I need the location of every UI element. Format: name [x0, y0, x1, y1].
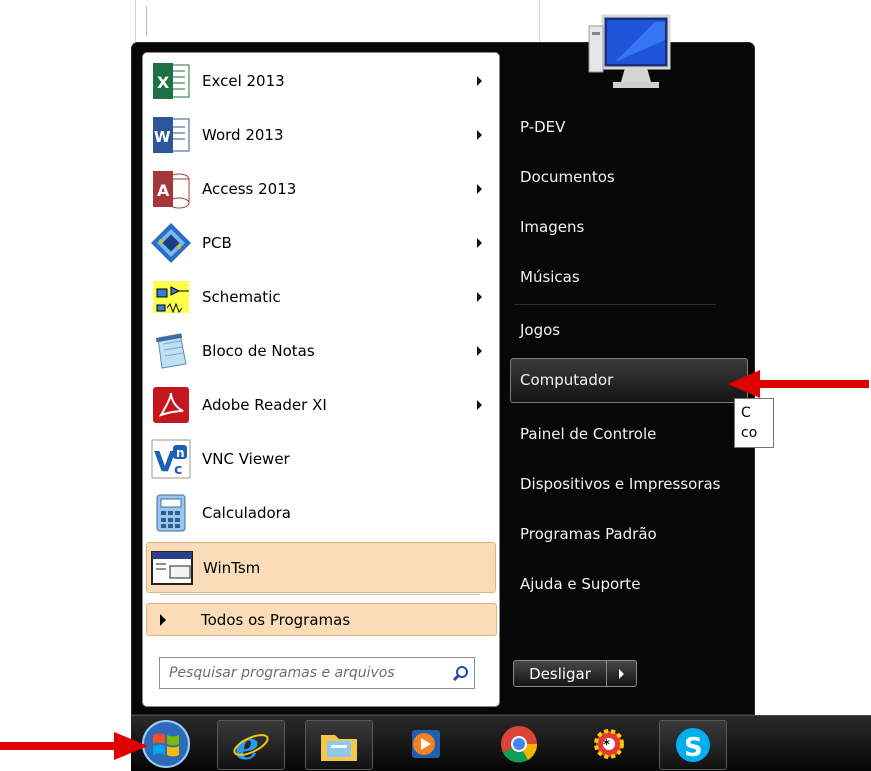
schematic-icon	[148, 274, 194, 320]
program-label: Word 2013	[202, 126, 284, 144]
settings-gear-icon[interactable]: *	[576, 720, 642, 768]
program-label: Access 2013	[202, 180, 297, 198]
excel-icon: X	[148, 58, 194, 104]
svg-text:V: V	[154, 445, 176, 478]
program-label: Adobe Reader XI	[202, 396, 327, 414]
program-item-vnc-viewer[interactable]: Vnc VNC Viewer	[146, 434, 496, 484]
program-label: WinTsm	[203, 558, 261, 577]
word-icon: W	[148, 112, 194, 158]
all-programs-label: Todos os Programas	[201, 610, 351, 629]
right-item-control-panel[interactable]: Painel de Controle	[520, 425, 656, 443]
calculator-icon	[148, 490, 194, 536]
program-label: Excel 2013	[202, 72, 285, 90]
tooltip-line: co	[741, 425, 758, 441]
search-box[interactable]: Pesquisar programas e arquivos	[159, 657, 475, 689]
expand-arrow-icon	[160, 613, 166, 626]
program-label: PCB	[202, 234, 232, 252]
right-item-music[interactable]: Músicas	[520, 268, 580, 286]
chrome-icon[interactable]	[486, 720, 552, 768]
svg-text:W: W	[154, 128, 171, 146]
shutdown-group: Desligar	[513, 660, 637, 687]
program-label: Bloco de Notas	[202, 342, 315, 360]
access-icon: A	[148, 166, 194, 212]
submenu-arrow-icon[interactable]	[477, 76, 482, 86]
annotation-arrow-start	[0, 732, 148, 760]
annotation-arrow-computer	[728, 370, 869, 398]
submenu-arrow-icon[interactable]	[477, 130, 482, 140]
program-item-notepad[interactable]: Bloco de Notas	[146, 326, 496, 376]
tooltip: C co	[734, 398, 774, 448]
skype-icon[interactable]: S	[659, 720, 727, 770]
svg-text:X: X	[157, 73, 170, 92]
internet-explorer-icon[interactable]: e	[217, 720, 285, 770]
right-item-default-programs[interactable]: Programas Padrão	[520, 525, 657, 543]
program-label: Calculadora	[202, 504, 292, 522]
adobe-reader-icon	[148, 382, 194, 428]
svg-text:c: c	[174, 462, 182, 478]
program-item-schematic[interactable]: Schematic	[146, 272, 496, 322]
right-item-games[interactable]: Jogos	[520, 321, 560, 339]
shutdown-button[interactable]: Desligar	[513, 660, 607, 687]
tooltip-line: C	[741, 405, 751, 421]
file-explorer-icon[interactable]	[305, 720, 373, 770]
background-window	[135, 0, 540, 48]
wintsm-icon	[149, 545, 195, 591]
chevron-right-icon	[619, 668, 624, 679]
search-input[interactable]: Pesquisar programas e arquivos	[169, 665, 448, 681]
all-programs-button[interactable]: Todos os Programas	[146, 603, 497, 636]
submenu-arrow-icon[interactable]	[477, 346, 482, 356]
program-item-access[interactable]: A Access 2013	[146, 164, 496, 214]
vnc-icon: Vnc	[148, 436, 194, 482]
right-item-help-support[interactable]: Ajuda e Suporte	[520, 575, 640, 593]
svg-text:*: *	[603, 738, 610, 753]
program-item-calculator[interactable]: Calculadora	[146, 488, 496, 538]
program-label: VNC Viewer	[202, 450, 290, 468]
taskbar: e * S	[131, 715, 871, 771]
divider	[514, 304, 716, 305]
search-icon[interactable]	[448, 661, 474, 685]
shutdown-options-button[interactable]	[607, 660, 637, 687]
submenu-arrow-icon[interactable]	[477, 400, 482, 410]
svg-text:S: S	[684, 733, 703, 763]
submenu-arrow-icon[interactable]	[477, 184, 482, 194]
submenu-arrow-icon[interactable]	[477, 238, 482, 248]
right-item-user[interactable]: P-DEV	[520, 118, 565, 136]
submenu-arrow-icon[interactable]	[477, 292, 482, 302]
pcb-icon	[148, 220, 194, 266]
program-item-adobe-reader[interactable]: Adobe Reader XI	[146, 380, 496, 430]
program-item-pcb[interactable]: PCB	[146, 218, 496, 268]
right-item-pictures[interactable]: Imagens	[520, 218, 584, 236]
divider	[160, 594, 480, 595]
right-item-devices-printers[interactable]: Dispositivos e Impressoras	[520, 475, 721, 493]
program-item-excel[interactable]: X Excel 2013	[146, 56, 496, 106]
media-player-icon[interactable]	[393, 720, 459, 768]
right-item-computer[interactable]: Computador	[520, 371, 613, 389]
notepad-icon	[148, 328, 194, 374]
ruler-ticks	[146, 6, 153, 36]
user-picture-monitor-icon	[588, 14, 671, 88]
svg-text:n: n	[176, 446, 185, 460]
right-item-documents[interactable]: Documentos	[520, 168, 615, 186]
svg-text:A: A	[157, 181, 170, 200]
program-label: Schematic	[202, 288, 281, 306]
program-item-word[interactable]: W Word 2013	[146, 110, 496, 160]
program-item-wintsm[interactable]: WinTsm	[146, 542, 496, 593]
